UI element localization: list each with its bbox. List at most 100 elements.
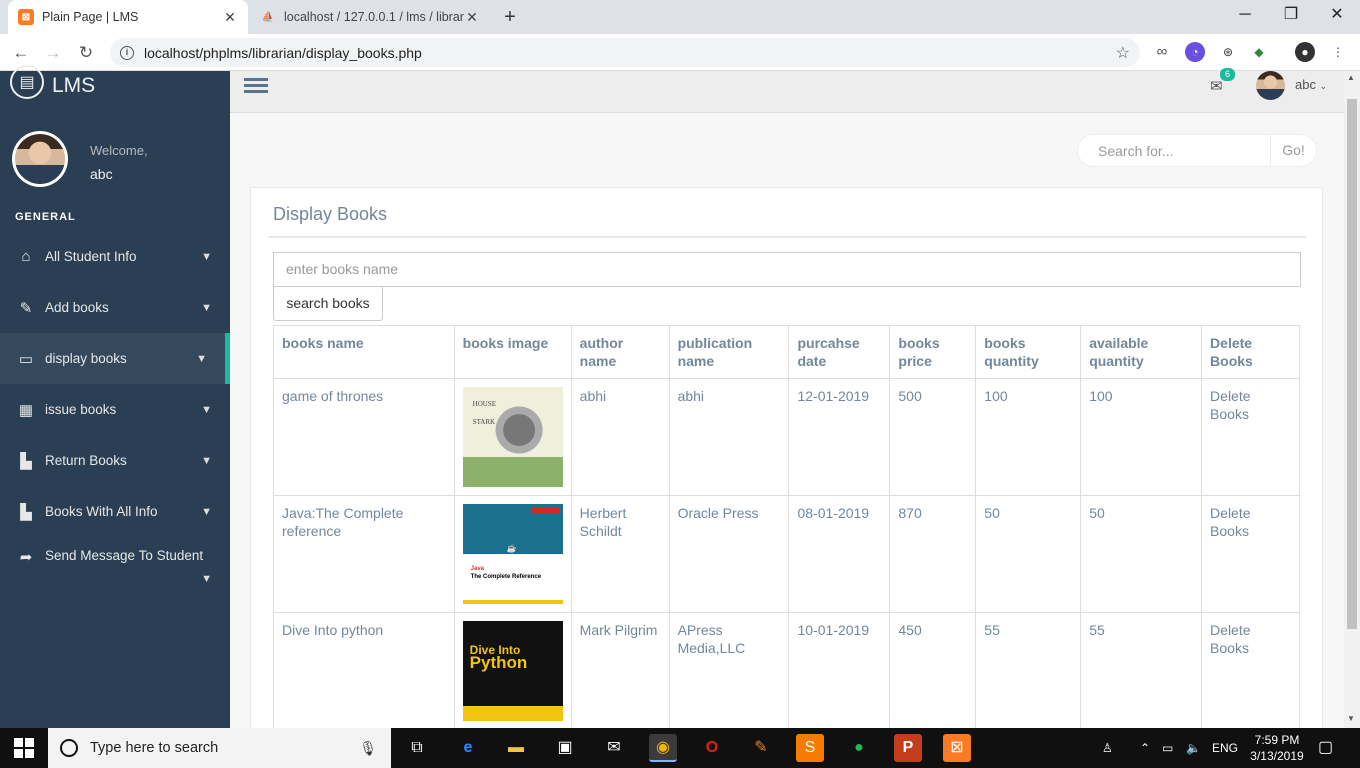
search-group: Search for... Go! [1077, 134, 1317, 167]
search-books-button[interactable]: search books [273, 286, 383, 321]
sidebar-item-add-books[interactable]: ✎ Add books ▼ [0, 282, 230, 333]
edit-icon: ✎ [19, 299, 33, 317]
sidebar-item-label: Add books [45, 300, 109, 315]
system-clock[interactable]: 7:59 PM 3/13/2019 [1244, 732, 1310, 764]
extension-icon[interactable]: ⊛ [1218, 42, 1238, 62]
delete-books-link[interactable]: Delete Books [1201, 378, 1300, 496]
available-quantity: 50 [1080, 495, 1203, 613]
main-content: Search for... Go! Display Books enter bo… [230, 113, 1344, 747]
user-avatar[interactable] [1256, 71, 1285, 100]
column-header: available quantity [1080, 325, 1203, 379]
menu-dots-icon[interactable]: ⋮ [1328, 42, 1348, 62]
brand[interactable]: ▤ LMS [10, 65, 96, 101]
bookmark-star-icon[interactable]: ☆ [1116, 43, 1130, 63]
cover-line: Python [469, 653, 528, 672]
minimize-button[interactable]: ─ [1222, 0, 1268, 34]
scroll-down-icon[interactable]: ▼ [1347, 714, 1355, 723]
network-icon[interactable]: ▭ [1162, 728, 1173, 768]
purchase-date: 08-01-2019 [788, 495, 891, 613]
sidebar-item-label: issue books [45, 402, 117, 417]
info-icon[interactable]: i [120, 45, 134, 60]
tab-plain-page[interactable]: ⊠ Plain Page | LMS ✕ [8, 0, 248, 34]
scrollbar-thumb[interactable] [1347, 99, 1357, 629]
sidebar-item-all-student-info[interactable]: ⌂ All Student Info ▼ [0, 231, 230, 282]
reload-icon[interactable]: ↻ [73, 40, 99, 66]
infinity-extension-icon[interactable]: ∞ [1152, 42, 1172, 62]
brand-name: LMS [52, 74, 96, 97]
edge-icon[interactable]: e [454, 734, 482, 762]
taskbar-search[interactable]: Type here to search 🎙 [48, 728, 391, 768]
close-icon[interactable]: ✕ [222, 9, 238, 26]
desktop-icon: ▭ [18, 350, 34, 368]
chevron-up-icon[interactable]: ⌃ [1140, 728, 1150, 768]
available-quantity: 55 [1080, 612, 1203, 730]
close-window-button[interactable]: ✕ [1314, 0, 1360, 34]
notification-icon[interactable]: ▢ [1318, 728, 1333, 768]
envelope-icon[interactable]: ✉ [1210, 77, 1223, 95]
table-row: Java:The Complete reference ☕ Java The C… [273, 495, 1300, 613]
page-scrollbar[interactable]: ▲ ▼ [1344, 71, 1360, 728]
sidebar-item-books-with-all-info[interactable]: ▙ Books With All Info ▼ [0, 486, 230, 537]
powerpoint-icon[interactable]: P [894, 734, 922, 762]
phpmyadmin-icon: ⛵ [261, 11, 275, 23]
opera-icon[interactable]: O [698, 734, 726, 762]
paint-icon[interactable]: ✎ [747, 734, 775, 762]
tab-title: Plain Page | LMS [42, 10, 139, 24]
microphone-icon[interactable]: 🎙 [359, 740, 377, 757]
scroll-up-icon[interactable]: ▲ [1347, 73, 1355, 82]
table-icon: ▦ [18, 401, 34, 419]
publication-name: Oracle Press [668, 495, 790, 613]
volume-icon[interactable]: 🔈 [1186, 728, 1201, 768]
book-name: Java:The Complete reference [273, 495, 455, 613]
forward-icon[interactable]: → [40, 40, 66, 66]
people-icon[interactable]: ♙ [1102, 728, 1113, 768]
chevron-down-icon: ▼ [201, 573, 212, 585]
book-price: 870 [889, 495, 977, 613]
mail-icon[interactable]: ✉ [600, 734, 628, 762]
windows-start-icon[interactable] [14, 738, 34, 758]
java-logo-icon: ☕ [506, 544, 517, 553]
chevron-down-icon: ⌄ [1319, 81, 1328, 91]
new-tab-button[interactable]: + [498, 5, 522, 29]
extension-icon[interactable]: ◔ [1185, 42, 1205, 62]
xampp-icon[interactable]: ⊠ [943, 734, 971, 762]
sublime-text-icon[interactable]: S [796, 734, 824, 762]
back-icon[interactable]: ← [8, 40, 34, 66]
delete-books-link[interactable]: Delete Books [1201, 495, 1300, 613]
extension-icon[interactable]: ◆ [1249, 42, 1269, 62]
url-field[interactable]: i localhost/phplms/librarian/display_boo… [110, 38, 1140, 67]
books-name-input[interactable]: enter books name [273, 252, 1301, 287]
tab-phpmyadmin[interactable]: ⛵ localhost / 127.0.0.1 / lms / librar ✕ [250, 0, 490, 34]
chevron-down-icon: ▼ [201, 454, 212, 467]
file-explorer-icon[interactable]: ▬ [502, 734, 530, 762]
go-button[interactable]: Go! [1270, 135, 1316, 166]
sidebar-item-send-message[interactable]: ➦ Send Message To Student ▼ [0, 537, 230, 597]
spotify-icon[interactable]: ● [845, 734, 873, 762]
purchase-date: 10-01-2019 [788, 612, 891, 730]
tab-title: localhost / 127.0.0.1 / lms / librar [284, 10, 464, 24]
search-input[interactable]: Search for... [1078, 143, 1270, 159]
delete-books-link[interactable]: Delete Books [1201, 612, 1300, 730]
chrome-icon[interactable]: ◉ [649, 734, 677, 762]
profile-avatar-icon[interactable]: ● [1295, 42, 1315, 62]
sidebar-item-issue-books[interactable]: ▦ issue books ▼ [0, 384, 230, 435]
menu-toggle-icon[interactable] [244, 75, 268, 96]
sidebar-item-display-books[interactable]: ▭ display books ▼ [0, 333, 230, 384]
sidebar-item-label: Send Message To Student [45, 548, 204, 563]
book-icon: ▤ [10, 65, 44, 99]
close-icon[interactable]: ✕ [464, 9, 480, 26]
purchase-date: 12-01-2019 [788, 378, 891, 496]
xampp-icon: ⊠ [18, 9, 34, 25]
address-bar: ← → ↻ i localhost/phplms/librarian/displ… [0, 34, 1360, 71]
windows-taskbar: Type here to search 🎙 ⧉ e ▬ ▣ ✉ ◉ O ✎ S … [0, 728, 1360, 768]
username: abc [90, 166, 113, 182]
browser-tab-bar: ⊠ Plain Page | LMS ✕ ⛵ localhost / 127.0… [0, 0, 1360, 34]
user-menu[interactable]: abc ⌄ [1295, 77, 1327, 92]
language-indicator[interactable]: ENG [1212, 728, 1238, 768]
restore-button[interactable]: ❐ [1268, 0, 1314, 34]
column-header: books price [889, 325, 977, 379]
column-header: author name [570, 325, 670, 379]
task-view-icon[interactable]: ⧉ [403, 734, 431, 762]
sidebar-item-return-books[interactable]: ▙ Return Books ▼ [0, 435, 230, 486]
store-icon[interactable]: ▣ [551, 734, 579, 762]
